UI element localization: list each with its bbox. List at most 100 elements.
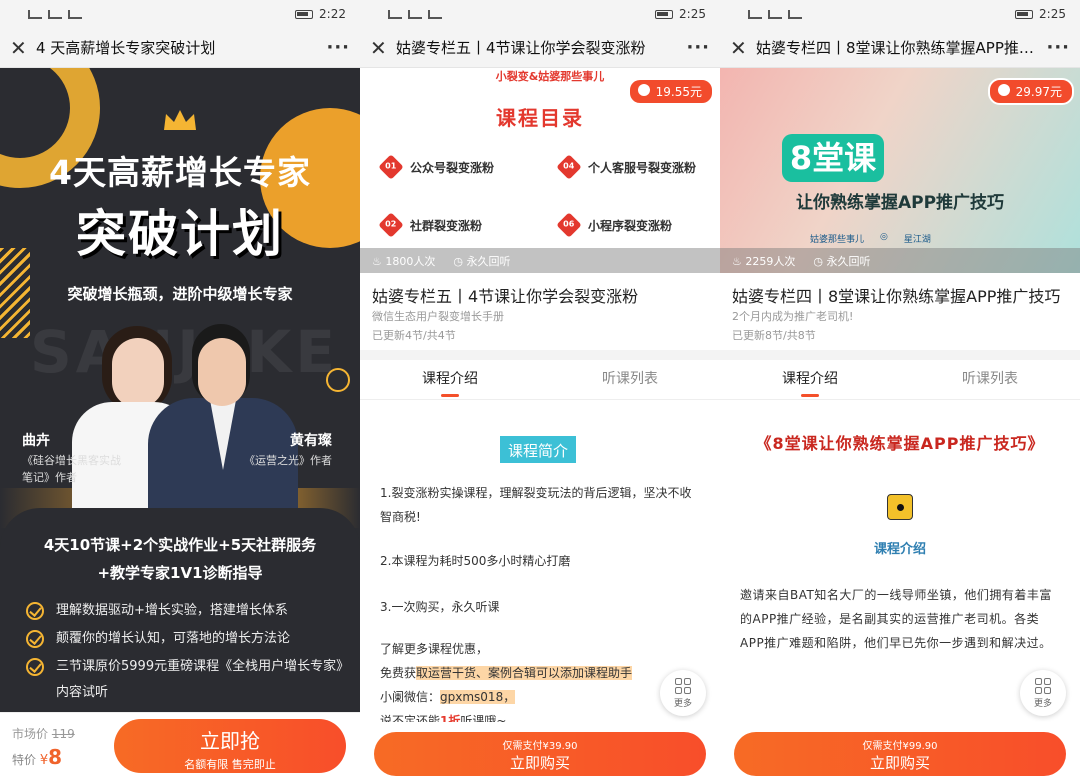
intro-paragraph: 邀请来自BAT知名大厂的一线导师坐镇，他们拥有着丰富的APP推广经验，是名副其实…: [740, 588, 1052, 650]
buy-now-button[interactable]: 仅需支付¥99.90 立即购买: [734, 732, 1066, 776]
intro-paragraph: 了解更多课程优惠，: [380, 642, 489, 656]
more-options-icon[interactable]: ···: [686, 37, 710, 58]
status-right: 2:22: [295, 7, 346, 21]
course-subtitle: 微信生态用户裂变增长手册: [372, 310, 504, 323]
teacher1-name: 曲卉: [22, 433, 50, 449]
check-circle-icon: [26, 658, 44, 676]
more-floating-button[interactable]: 更多: [1020, 670, 1066, 716]
status-bar: 2:22: [0, 0, 360, 28]
battery-icon: [655, 9, 674, 19]
list-item: 颠覆你的增长认知，可落地的增长方法论: [26, 626, 346, 652]
close-icon[interactable]: ✕: [730, 36, 752, 60]
forever-replay: ◷ 永久回听: [453, 254, 511, 268]
intro-heading: 课程简介: [500, 436, 577, 463]
course-title: 姑婆专栏五丨4节课让你学会裂变涨粉: [372, 287, 639, 306]
battery-icon: [1015, 9, 1034, 19]
buy-now-button[interactable]: 仅需支付¥39.90 立即购买: [374, 732, 706, 776]
more-options-icon[interactable]: ···: [326, 37, 350, 58]
number-badge: 02: [378, 212, 404, 238]
status-bar: 2:25: [360, 0, 720, 28]
clock: 2:25: [679, 7, 706, 21]
grid-icon: [675, 678, 691, 694]
banner-slogan: 让你熟练掌握APP推广技巧: [795, 193, 1005, 213]
banner-top-text: 小裂变&姑婆那些事儿: [495, 70, 605, 83]
logo-text: 姑婆那些事儿: [810, 235, 865, 245]
clock: 2:22: [319, 7, 346, 21]
course-banner: 8堂课 让你熟练掌握APP推广技巧 姑婆那些事儿 ◎ 星江湖 29.97元: [720, 68, 1080, 273]
number-badge: 04: [556, 154, 582, 180]
purchase-bar: 仅需支付¥39.90 立即购买: [360, 722, 720, 780]
screenshot-collage: 2:22 ✕ 4 天高薪增长专家突破计划 ··· 4天高薪增长专家 突破计划 突…: [0, 0, 1080, 780]
intro-paragraph: 免费获取运营干货、案例合辑可以添加课程助手: [380, 666, 633, 680]
notebook-icon: [887, 494, 913, 520]
content-subheading: 课程介绍: [873, 542, 926, 557]
content-heading: 《8堂课让你熟练掌握APP推广技巧》: [755, 434, 1045, 453]
logo-text: 星江湖: [903, 235, 931, 245]
teacher2-photo: [198, 338, 246, 406]
market-price: 市场价 119: [12, 727, 75, 741]
stats-row: ♨ 1800人次 ◷ 永久回听: [360, 248, 720, 273]
close-icon[interactable]: ✕: [10, 36, 32, 60]
forever-replay: ◷ 永久回听: [813, 254, 871, 268]
partner-logos: 姑婆那些事儿 ◎ 星江湖: [810, 232, 931, 245]
signal-icons: [748, 9, 804, 19]
status-bar: 2:25: [720, 0, 1080, 28]
signal-icons: [28, 9, 84, 19]
page-title: 姑婆专栏五丨4节课让你学会裂变涨粉: [396, 39, 646, 57]
price-badge: 19.55元: [627, 78, 714, 105]
feature-line1: 4天10节课+2个实战作业+5天社群服务: [43, 536, 317, 554]
poster-watermark: SANJEKE: [30, 318, 339, 386]
poster-subtitle: 突破增长瓶颈，进阶中级增长专家: [67, 285, 293, 303]
update-status: 已更新4节/共4节: [372, 329, 456, 342]
banner-tag: 8堂课: [782, 134, 884, 182]
learners-count: ♨ 2259人次: [732, 254, 796, 268]
benefit-list: 理解数据驱动+增长实验，搭建增长体系 颠覆你的增长认知，可落地的增长方法论 三节…: [26, 598, 346, 708]
page-title: 4 天高薪增长专家突破计划: [36, 39, 216, 57]
list-item: 理解数据驱动+增长实验，搭建增长体系: [26, 598, 346, 624]
panel-app-promo-course: 2:25 ✕ 姑婆专栏四丨8堂课让你熟练掌握APP推广... ··· 8堂课 让…: [720, 0, 1080, 780]
list-item: 三节课原价5999元重磅课程《全栈用户增长专家》内容试听: [26, 654, 346, 706]
divider: [720, 350, 1080, 360]
panel-growth-expert: 2:22 ✕ 4 天高薪增长专家突破计划 ··· 4天高薪增长专家 突破计划 突…: [0, 0, 360, 780]
poster-title-line2: 突破计划: [76, 205, 284, 263]
nav-bar: ✕ 4 天高薪增长专家突破计划 ···: [0, 28, 360, 68]
panel-fission-course: 2:25 ✕ 姑婆专栏五丨4节课让你学会裂变涨粉 ··· 小裂变&姑婆那些事儿 …: [360, 0, 720, 780]
tab-lesson-list[interactable]: 听课列表: [540, 360, 720, 399]
course-poster: 4天高薪增长专家 突破计划 突破增长瓶颈，进阶中级增长专家 SANJEKE 曲卉…: [0, 68, 360, 712]
banner-item: 04 个人客服号裂变涨粉: [556, 154, 696, 180]
tab-course-intro[interactable]: 课程介绍: [720, 360, 900, 399]
purchase-bar: 市场价 119 特价 ¥8 立即抢 名额有限 售完即止: [0, 712, 360, 780]
learners-count: ♨ 1800人次: [372, 254, 436, 268]
banner-item: 02 社群裂变涨粉: [378, 212, 482, 238]
tab-lesson-list[interactable]: 听课列表: [900, 360, 1080, 399]
crown-icon: [164, 110, 196, 130]
check-circle-icon: [26, 630, 44, 648]
poster-title-line1: 4天高薪增长专家: [49, 153, 311, 192]
close-icon[interactable]: ✕: [370, 36, 392, 60]
banner-directory: 课程目录: [496, 106, 584, 130]
price-badge: 29.97元: [987, 78, 1074, 105]
number-badge: 01: [378, 154, 404, 180]
check-circle-icon: [26, 602, 44, 620]
nav-bar: ✕ 姑婆专栏四丨8堂课让你熟练掌握APP推广... ···: [720, 28, 1080, 68]
tab-course-intro[interactable]: 课程介绍: [360, 360, 540, 399]
divider: [360, 350, 720, 360]
more-options-icon[interactable]: ···: [1046, 37, 1070, 58]
status-right: 2:25: [655, 7, 706, 21]
status-right: 2:25: [1015, 7, 1066, 21]
wechat-line: 小阑微信：gpxms018，: [380, 690, 516, 704]
feature-line2: +教学专家1V1诊断指导: [97, 564, 263, 582]
banner-item: 01 公众号裂变涨粉: [378, 154, 494, 180]
course-subtitle: 2个月内成为推广老司机!: [732, 310, 854, 323]
special-price: 特价 ¥8: [12, 745, 63, 769]
course-title: 姑婆专栏四丨8堂课让你熟练掌握APP推广技巧: [732, 287, 1061, 306]
more-floating-button[interactable]: 更多: [660, 670, 706, 716]
intro-paragraph: 3.一次购买，永久听课: [380, 600, 500, 614]
teacher1-photo: [112, 338, 164, 408]
page-title: 姑婆专栏四丨8堂课让你熟练掌握APP推广...: [756, 39, 1047, 57]
tab-bar: 课程介绍 听课列表: [720, 360, 1080, 400]
grab-now-button[interactable]: 立即抢 名额有限 售完即止: [114, 719, 346, 773]
banner-item: 06 小程序裂变涨粉: [556, 212, 672, 238]
teacher2-name: 黄有璨: [290, 433, 332, 449]
purchase-bar: 仅需支付¥99.90 立即购买: [720, 722, 1080, 780]
